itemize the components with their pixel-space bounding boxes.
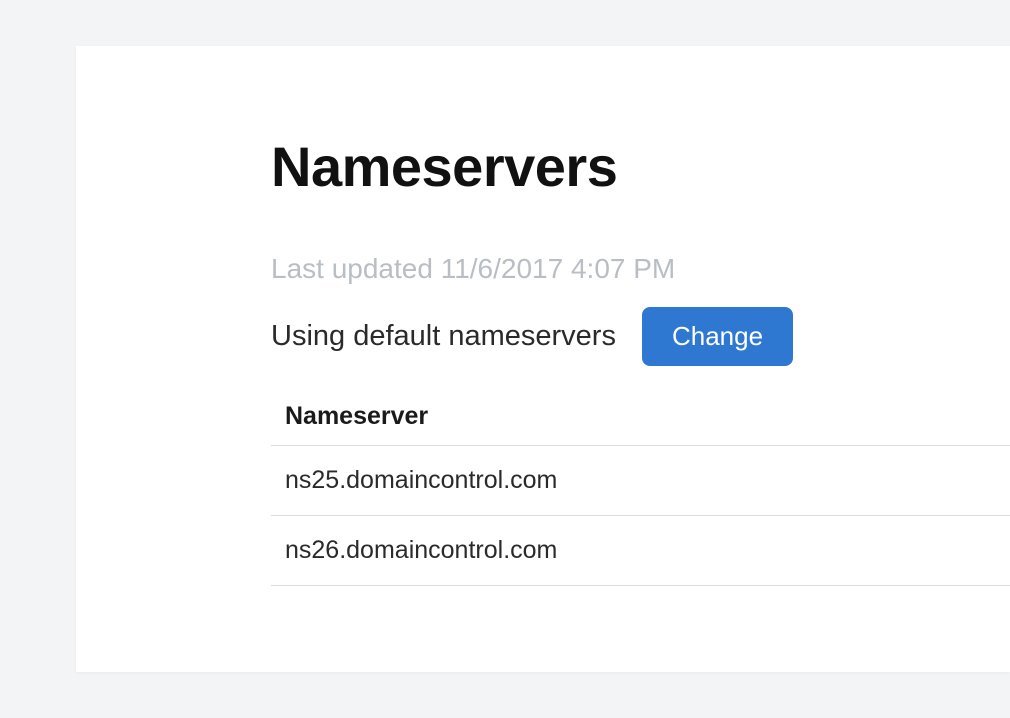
nameservers-card: Nameservers Last updated 11/6/2017 4:07 …	[76, 46, 1010, 672]
status-row: Using default nameservers Change	[271, 307, 1010, 366]
table-header: Nameserver	[271, 390, 1010, 446]
table-row: ns25.domaincontrol.com	[271, 446, 1010, 516]
change-button[interactable]: Change	[642, 307, 793, 366]
last-updated-text: Last updated 11/6/2017 4:07 PM	[271, 253, 1010, 285]
page-title: Nameservers	[271, 134, 1010, 199]
table-row: ns26.domaincontrol.com	[271, 516, 1010, 586]
status-text: Using default nameservers	[271, 320, 616, 353]
